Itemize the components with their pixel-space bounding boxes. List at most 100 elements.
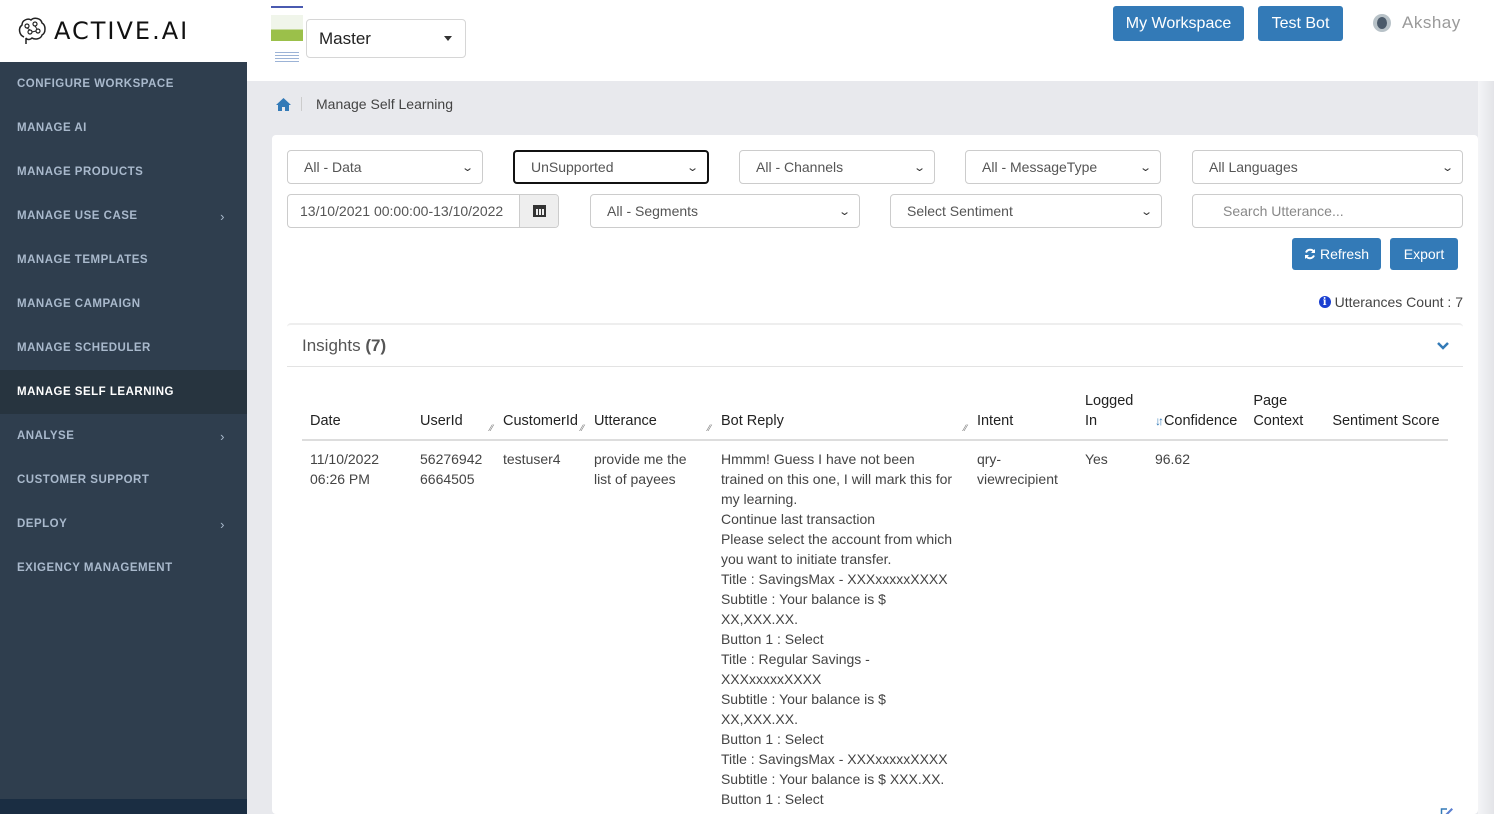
sidebar-item-manage-templates[interactable]: MANAGE TEMPLATES — [0, 238, 247, 282]
chevron-down-icon: ⌄ — [1139, 205, 1153, 218]
cell-customer-id: testuser4 — [503, 451, 561, 467]
insights-title: Insights (7) — [302, 336, 386, 356]
user-avatar-icon — [1373, 14, 1391, 32]
chevron-right-icon: › — [220, 208, 225, 224]
page-scrollbar[interactable] — [1478, 81, 1494, 814]
sidebar-item-analyse[interactable]: ANALYSE › — [0, 414, 247, 458]
sidebar-item-deploy[interactable]: DEPLOY › — [0, 502, 247, 546]
top-header: Master My Workspace Test Bot Akshay — [247, 0, 1494, 81]
resize-handle-icon[interactable]: ⁄⁄ — [581, 418, 584, 438]
bot-reply-line: Subtitle : Your balance is $ XX,XXX.XX. — [720, 591, 886, 627]
info-icon: i — [1318, 296, 1331, 308]
chevron-right-icon: › — [220, 428, 225, 444]
sidebar-item-manage-products[interactable]: MANAGE PRODUCTS — [0, 150, 247, 194]
support-filter-value: UnSupported — [531, 159, 614, 175]
date-range-input[interactable]: 13/10/2021 00:00:00-13/10/2022 — [287, 194, 559, 228]
cell-user-id: 56276942 6664505 — [420, 451, 483, 487]
sidebar-item-manage-ai[interactable]: MANAGE AI — [0, 106, 247, 150]
caret-down-icon — [444, 36, 452, 41]
data-filter-select[interactable]: All - Data ⌄ — [287, 150, 483, 184]
workspace-thumbnail[interactable] — [271, 6, 303, 68]
sentiment-filter-select[interactable]: Select Sentiment ⌄ — [890, 194, 1162, 228]
sidebar-item-label: MANAGE AI — [17, 122, 87, 134]
self-learning-panel: All - Data ⌄ UnSupported ⌄ All - Channel… — [272, 135, 1478, 814]
sidebar-item-exigency-management[interactable]: EXIGENCY MANAGEMENT — [0, 546, 247, 590]
sidebar-item-label: MANAGE TEMPLATES — [17, 254, 149, 266]
column-header-label: Intent — [976, 413, 1014, 429]
brand-name: ACTIVE.AI — [54, 17, 190, 45]
bot-reply-line: Button 1 : Select — [720, 731, 824, 747]
resize-handle-icon[interactable]: ⁄⁄ — [490, 418, 493, 438]
sidebar-item-manage-scheduler[interactable]: MANAGE SCHEDULER — [0, 326, 247, 370]
column-header-label: Sentiment Score — [1332, 413, 1440, 429]
chevron-down-icon: ⌄ — [685, 161, 699, 174]
chevron-down-icon[interactable] — [1437, 340, 1449, 352]
table-header-row: Date UserId ⁄⁄ CustomerId ⁄⁄ Utterance ⁄⁄ B… — [302, 391, 1448, 441]
cell-utterance: provide me the list of payees — [593, 451, 687, 487]
export-button[interactable]: Export — [1390, 238, 1458, 270]
column-header-page-context[interactable]: Page Context — [1245, 391, 1325, 441]
column-header-bot-reply[interactable]: Bot Reply ⁄⁄ — [712, 391, 969, 441]
column-header-confidence[interactable]: ↓↑ Confidence — [1146, 391, 1246, 441]
sentiment-filter-value: Select Sentiment — [907, 203, 1013, 219]
segments-filter-value: All - Segments — [607, 203, 699, 219]
column-header-intent[interactable]: Intent — [968, 391, 1077, 441]
utterances-count: i Utterances Count : 7 — [1318, 294, 1463, 310]
home-icon[interactable] — [276, 97, 291, 111]
user-menu[interactable]: Akshay — [1373, 13, 1461, 33]
column-header-utterance[interactable]: Utterance ⁄⁄ — [585, 391, 713, 441]
column-header-sentiment-score[interactable]: Sentiment Score — [1324, 391, 1448, 441]
chevron-down-icon: ⌄ — [460, 161, 474, 174]
channels-filter-value: All - Channels — [756, 159, 844, 175]
column-header-userid[interactable]: UserId ⁄⁄ — [412, 391, 495, 441]
column-header-label: Date — [310, 413, 341, 429]
support-filter-select[interactable]: UnSupported ⌄ — [513, 150, 709, 184]
column-header-label: Bot Reply — [720, 413, 784, 429]
chevron-right-icon: › — [220, 516, 225, 532]
test-bot-button[interactable]: Test Bot — [1258, 6, 1343, 41]
bot-reply-line: Hmmm! Guess I have not been trained on t… — [720, 451, 953, 507]
search-utterance-input[interactable] — [1192, 194, 1463, 228]
insights-header[interactable]: Insights (7) — [287, 325, 1463, 367]
table-row[interactable]: 11/10/2022 06:26 PM 56276942 6664505 testu… — [302, 440, 1448, 814]
bot-reply-line: Subtitle : Your balance is $ XXX.XX. — [720, 771, 945, 787]
edit-icon[interactable] — [1440, 807, 1454, 814]
bot-reply-line: Title : Regular Savings - XXXxxxxxXXXX — [720, 651, 870, 687]
resize-handle-icon[interactable]: ⁄⁄ — [708, 418, 711, 438]
channels-filter-select[interactable]: All - Channels ⌄ — [739, 150, 935, 184]
sidebar-item-customer-support[interactable]: CUSTOMER SUPPORT — [0, 458, 247, 502]
utterances-count-label: Utterances Count : 7 — [1334, 294, 1463, 310]
sidebar-item-manage-campaign[interactable]: MANAGE CAMPAIGN — [0, 282, 247, 326]
sidebar-item-manage-self-learning[interactable]: MANAGE SELF LEARNING — [0, 370, 247, 414]
bot-reply-line: Please select the account from which you… — [720, 531, 953, 567]
sidebar-item-label: MANAGE PRODUCTS — [17, 166, 144, 178]
workspace-select[interactable]: Master — [306, 19, 466, 58]
calendar-button[interactable] — [519, 195, 558, 227]
message-type-filter-select[interactable]: All - MessageType ⌄ — [965, 150, 1161, 184]
column-header-logged-in[interactable]: Logged In — [1076, 391, 1147, 441]
bot-reply-line: Continue last transaction — [720, 511, 876, 527]
chevron-down-icon: ⌄ — [912, 161, 926, 174]
column-header-label: CustomerId — [503, 413, 578, 429]
my-workspace-button[interactable]: My Workspace — [1113, 6, 1244, 41]
column-header-label: Utterance — [593, 413, 657, 429]
brand-logo[interactable]: ACTIVE.AI — [0, 0, 247, 62]
sort-icon[interactable]: ↓↑ — [1155, 414, 1164, 428]
refresh-button[interactable]: Refresh — [1292, 238, 1381, 270]
brain-icon — [18, 17, 46, 44]
column-header-customerid[interactable]: CustomerId ⁄⁄ — [495, 391, 586, 441]
refresh-label: Refresh — [1319, 246, 1370, 262]
insights-table: Date UserId ⁄⁄ CustomerId ⁄⁄ Utterance ⁄⁄ B… — [302, 391, 1448, 814]
sidebar-item-configure-workspace[interactable]: CONFIGURE WORKSPACE — [0, 62, 247, 106]
sidebar-item-manage-use-case[interactable]: MANAGE USE CASE › — [0, 194, 247, 238]
languages-filter-value: All Languages — [1209, 159, 1298, 175]
resize-handle-icon[interactable]: ⁄⁄ — [964, 418, 967, 438]
user-name: Akshay — [1402, 13, 1461, 32]
bot-reply-line: Title : SavingsMax - XXXxxxxxXXXX — [720, 751, 948, 767]
breadcrumb-separator — [301, 97, 302, 111]
segments-filter-select[interactable]: All - Segments ⌄ — [590, 194, 860, 228]
bot-reply-line: Subtitle : Your balance is $ XX,XXX.XX. — [720, 691, 886, 727]
languages-filter-select[interactable]: All Languages ⌄ — [1192, 150, 1463, 184]
column-header-date[interactable]: Date — [302, 391, 412, 441]
bot-reply-line: Title : SavingsMax - XXXxxxxxXXXX — [720, 571, 948, 587]
